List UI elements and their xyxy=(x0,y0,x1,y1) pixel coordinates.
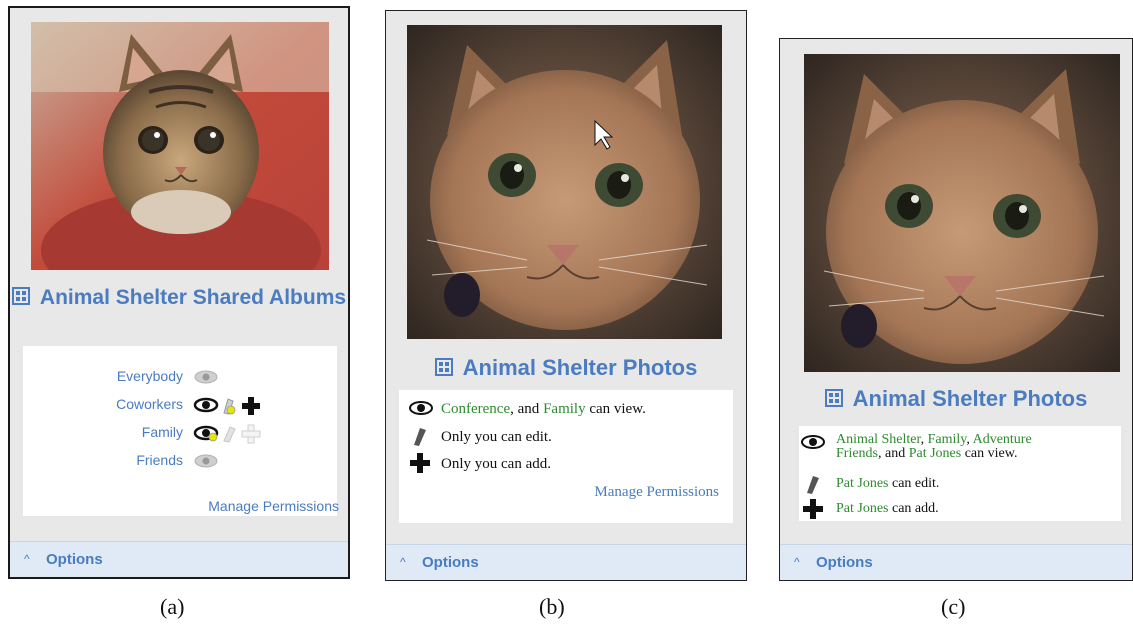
options-label: Options xyxy=(816,554,873,571)
album-title-c[interactable]: Animal Shelter Photos xyxy=(780,384,1132,415)
photo-album-icon xyxy=(824,385,843,415)
add-permission-line: Pat Jones can add. xyxy=(836,501,939,516)
photo-album-icon xyxy=(434,354,453,384)
plus-icon xyxy=(803,499,823,524)
group-name-family[interactable]: Family xyxy=(23,422,183,442)
options-label: Options xyxy=(46,551,103,568)
permissions-box-b: Conference, and Family can view. Only yo… xyxy=(399,390,733,523)
group-link[interactable]: Pat Jones xyxy=(836,476,889,491)
pencil-icon[interactable] xyxy=(223,426,236,443)
plus-icon xyxy=(410,453,430,478)
manage-permissions-link[interactable]: Manage Permissions xyxy=(594,484,719,501)
view-permission-line: Animal Shelter, Family, Adventure Friends… xyxy=(836,432,1032,461)
eye-icon[interactable] xyxy=(194,370,218,384)
options-bar[interactable]: ^ Options xyxy=(386,544,746,580)
group-link[interactable]: Family xyxy=(928,432,967,447)
cat-photo[interactable] xyxy=(407,25,722,339)
album-title-text: Animal Shelter Photos xyxy=(462,355,698,380)
plus-icon[interactable] xyxy=(242,397,260,415)
eye-icon xyxy=(409,401,433,420)
chevron-up-icon: ^ xyxy=(794,555,800,569)
group-row: Friends xyxy=(23,450,218,470)
photo-album-icon xyxy=(11,284,30,313)
chevron-up-icon: ^ xyxy=(400,555,406,569)
album-title-text: Animal Shelter Shared Albums xyxy=(39,286,347,309)
group-name-coworkers[interactable]: Coworkers xyxy=(23,394,183,414)
view-permission-line: Conference, and Family can view. xyxy=(441,401,646,417)
eye-icon[interactable] xyxy=(193,397,219,413)
eye-icon xyxy=(801,435,825,454)
group-link[interactable]: Adventure xyxy=(973,432,1032,447)
caption-c: (c) xyxy=(941,594,966,619)
pencil-icon xyxy=(412,426,428,451)
cat-photo[interactable] xyxy=(804,54,1120,372)
group-row: Family xyxy=(23,422,261,444)
album-title-a[interactable]: Animal Shelter Shared Albums xyxy=(10,283,348,313)
group-link[interactable]: Animal Shelter xyxy=(836,432,921,447)
chevron-up-icon: ^ xyxy=(24,552,30,566)
options-bar[interactable]: ^ Options xyxy=(780,544,1132,580)
album-title-b[interactable]: Animal Shelter Photos xyxy=(386,353,746,384)
group-link[interactable]: Friends xyxy=(836,446,878,461)
group-row: Everybody xyxy=(23,366,218,386)
album-card-a: Animal Shelter Shared Albums Everybody C… xyxy=(8,6,350,579)
edit-permission-line: Only you can edit. xyxy=(441,429,552,445)
kitten-photo[interactable] xyxy=(31,22,329,270)
permissions-box-c: Animal Shelter, Family, Adventure Friends… xyxy=(799,426,1121,521)
group-link[interactable]: Conference xyxy=(441,401,510,417)
group-link[interactable]: Family xyxy=(543,401,586,417)
album-card-c: Animal Shelter Photos Animal Shelter, Fa… xyxy=(779,38,1133,581)
eye-icon[interactable] xyxy=(193,425,219,442)
group-row: Coworkers xyxy=(23,394,260,415)
album-title-text: Animal Shelter Photos xyxy=(852,386,1088,411)
group-link[interactable]: Pat Jones xyxy=(836,501,889,516)
pencil-icon[interactable] xyxy=(223,398,236,415)
eye-icon[interactable] xyxy=(194,454,218,468)
options-bar[interactable]: ^ Options xyxy=(10,541,348,577)
edit-permission-line: Pat Jones can edit. xyxy=(836,476,940,491)
group-link[interactable]: Pat Jones xyxy=(909,446,962,461)
album-card-b: Animal Shelter Photos Conference, and Fa… xyxy=(385,10,747,581)
caption-b: (b) xyxy=(539,594,565,619)
add-permission-line: Only you can add. xyxy=(441,456,551,472)
manage-permissions-link[interactable]: Manage Permissions xyxy=(208,498,339,514)
pencil-icon xyxy=(805,474,821,499)
group-name-everybody[interactable]: Everybody xyxy=(23,366,183,386)
plus-icon[interactable] xyxy=(241,424,261,444)
caption-a: (a) xyxy=(160,594,185,619)
options-label: Options xyxy=(422,554,479,571)
permissions-box-a: Everybody Coworkers Family Friends Manag… xyxy=(23,346,339,516)
group-name-friends[interactable]: Friends xyxy=(23,450,183,470)
